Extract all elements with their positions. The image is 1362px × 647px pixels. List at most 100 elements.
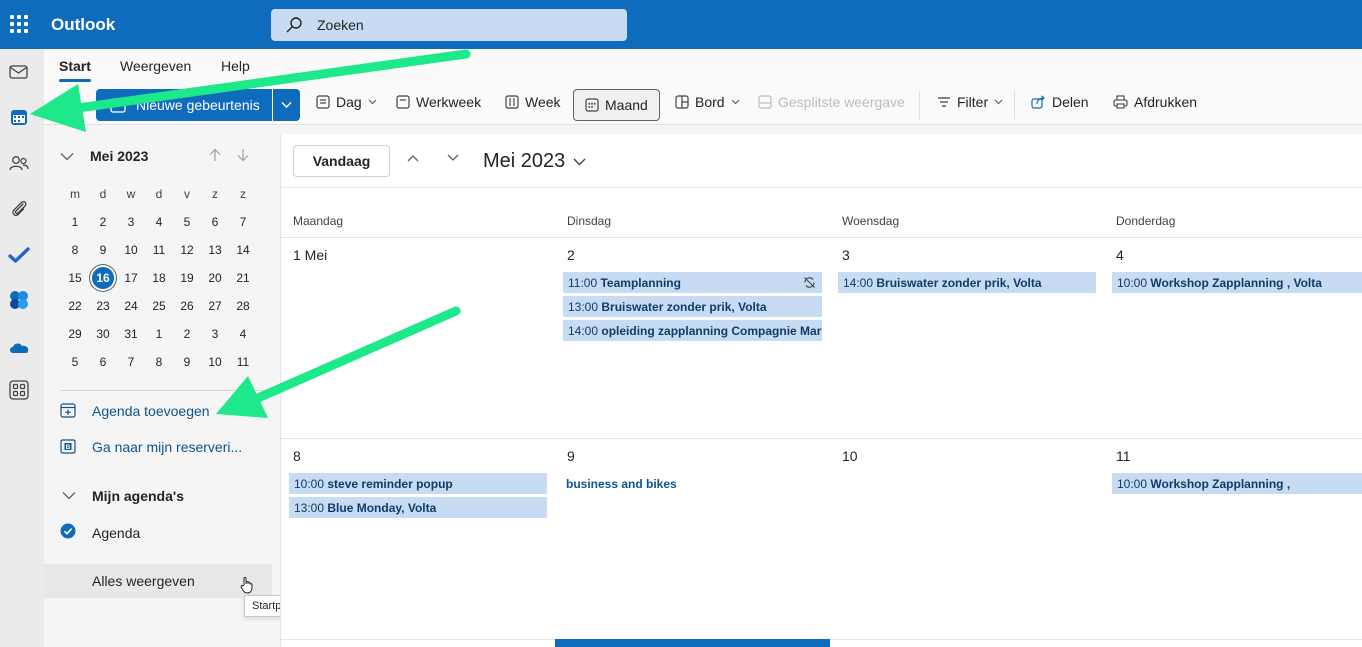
day-number[interactable]: 4 [1116,247,1124,263]
day-view-button[interactable]: Dag [316,94,377,110]
minimonth-day[interactable]: 14 [229,243,257,257]
share-button[interactable]: Delen [1031,94,1089,110]
more-apps-icon[interactable] [8,379,30,401]
minimonth-day[interactable]: 7 [229,215,257,229]
calendar-title[interactable]: Mei 2023 [483,150,586,173]
print-button[interactable]: Afdrukken [1113,94,1197,110]
minimonth-day[interactable]: 2 [173,327,201,341]
day-number[interactable]: 8 [293,448,301,464]
minimonth-day[interactable]: 10 [117,243,145,257]
day-number[interactable]: 11 [1116,448,1131,464]
work-week-button[interactable]: Werkweek [396,94,481,110]
minimonth-day[interactable]: 24 [117,299,145,313]
minimonth-day[interactable]: 1 [145,327,173,341]
minimonth-day[interactable]: 26 [173,299,201,313]
show-all-button[interactable]: Alles weergeven [44,564,272,598]
new-event-dropdown[interactable] [273,89,300,121]
day-number[interactable]: 9 [567,448,575,464]
onedrive-icon[interactable] [8,336,30,358]
minimonth-day[interactable]: 20 [201,271,229,285]
day-number[interactable]: 3 [842,247,850,263]
search-input[interactable]: Zoeken [271,9,627,41]
tab-view[interactable]: Weergeven [120,58,191,74]
work-week-icon [396,95,410,109]
calendar-event[interactable]: 11:00 Teamplanning [563,272,822,293]
minimonth-day[interactable]: 17 [117,271,145,285]
attachment-icon[interactable] [8,198,30,220]
chevron-down-icon[interactable] [447,154,459,162]
minimonth-day[interactable]: 7 [117,355,145,369]
minimonth-day[interactable]: 29 [61,327,89,341]
calendar-event[interactable]: 10:00 Workshop Zapplanning , [1112,473,1362,494]
minimonth-day[interactable]: 3 [201,327,229,341]
minimonth-day[interactable]: 5 [61,355,89,369]
week-view-button[interactable]: Week [505,94,561,110]
tab-start[interactable]: Start [59,58,91,82]
calendar-event[interactable]: 14:00 opleiding zapplanning Compagnie Ma… [563,320,822,341]
my-calendars-header[interactable]: Mijn agenda's [92,488,184,504]
minimonth-day[interactable]: 27 [201,299,229,313]
arrow-up-icon[interactable] [208,148,222,162]
new-event-button[interactable]: Nieuwe gebeurtenis [96,89,272,121]
app-launcher-icon[interactable] [9,14,29,34]
minimonth-day[interactable]: 10 [201,355,229,369]
calendar-event[interactable]: 10:00 Workshop Zapplanning , Volta [1112,272,1362,293]
minimonth-day[interactable]: 28 [229,299,257,313]
minimonth-day[interactable]: 8 [61,243,89,257]
minimonth-day[interactable]: 6 [89,355,117,369]
tab-help[interactable]: Help [221,58,250,74]
minimonth-day[interactable]: 22 [61,299,89,313]
board-view-button[interactable]: Bord [675,94,740,110]
calendar-event[interactable]: 14:00 Bruiswater zonder prik, Volta [838,272,1096,293]
day-number[interactable]: 1 Mei [293,247,327,263]
minimonth-day[interactable]: 4 [145,215,173,229]
calendar-icon[interactable] [8,106,30,128]
minimonth-day[interactable]: 19 [173,271,201,285]
minimonth-day[interactable]: 31 [117,327,145,341]
checkmark-circle-icon[interactable] [60,523,76,539]
minimonth-day[interactable]: 2 [89,215,117,229]
mail-icon[interactable] [8,61,30,83]
arrow-down-icon[interactable] [236,148,250,162]
calendar-event[interactable]: business and bikes [561,473,820,494]
minimonth-day[interactable]: 21 [229,271,257,285]
minimonth-day[interactable]: 11 [229,355,257,369]
minimonth-day[interactable]: 12 [173,243,201,257]
minimonth-day[interactable]: 1 [61,215,89,229]
calendar-event[interactable]: 10:00 steve reminder popup [289,473,547,494]
minimonth-day[interactable]: 9 [89,243,117,257]
filter-button[interactable]: Filter [937,94,1003,110]
month-view-button[interactable]: Maand [573,89,660,121]
minimonth-day[interactable]: 16 [89,267,117,289]
minimonth-day[interactable]: 8 [145,355,173,369]
minimonth-day[interactable]: 5 [173,215,201,229]
chevron-down-icon[interactable] [60,152,74,161]
chevron-up-icon[interactable] [407,154,419,162]
people-icon[interactable] [8,152,30,174]
add-calendar-link[interactable]: Agenda toevoegen [92,403,210,419]
minimonth-day[interactable]: 3 [117,215,145,229]
day-number[interactable]: 2 [567,247,575,263]
day-number[interactable]: 10 [842,448,858,464]
minimonth-day[interactable]: 15 [61,271,89,285]
minimonth-day[interactable]: 6 [201,215,229,229]
bookings-icon[interactable] [8,289,30,311]
bookings-link[interactable]: Ga naar mijn reserveri... [92,439,242,455]
minimonth-day[interactable]: 25 [145,299,173,313]
chevron-down-icon[interactable] [62,491,76,500]
minimonth-day[interactable]: 30 [89,327,117,341]
todo-icon[interactable] [8,244,30,266]
minimonth-day[interactable]: 23 [89,299,117,313]
calendar-event[interactable]: 13:00 Blue Monday, Volta [289,497,547,518]
calendar-event[interactable]: 13:00 Bruiswater zonder prik, Volta [563,296,822,317]
minimonth-day[interactable]: 13 [201,243,229,257]
toolbar-divider [1014,91,1015,119]
calendar-item[interactable]: Agenda [92,525,140,541]
minimonth-day[interactable]: 4 [229,327,257,341]
split-view-icon [758,95,772,109]
today-button[interactable]: Vandaag [293,145,390,177]
minimonth-day[interactable]: 11 [145,243,173,257]
split-view-button[interactable]: Gesplitste weergave [758,94,905,110]
minimonth-day[interactable]: 9 [173,355,201,369]
minimonth-day[interactable]: 18 [145,271,173,285]
